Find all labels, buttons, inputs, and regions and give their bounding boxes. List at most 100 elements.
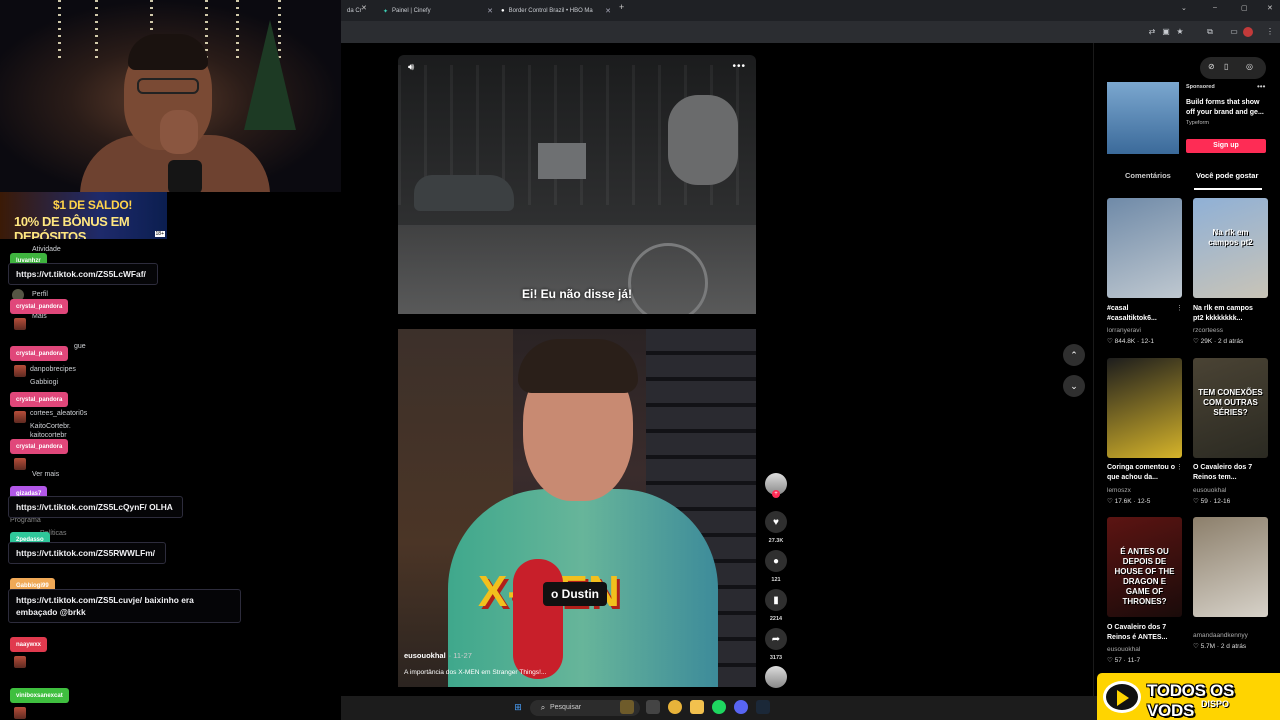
browser-tab-bar: da Cr ✕ ✦ Painel | Cinefy ✕ ● Border Con… bbox=[341, 0, 1280, 21]
ad-signup-button[interactable]: Sign up bbox=[1186, 139, 1266, 153]
profile-avatar[interactable] bbox=[1243, 27, 1253, 37]
video-date: · 11-27 bbox=[448, 651, 472, 660]
previous-video-button[interactable]: ⌃ bbox=[1063, 344, 1085, 366]
widget-icon[interactable] bbox=[620, 700, 634, 714]
ad-more-icon[interactable]: ••• bbox=[1257, 82, 1265, 91]
cast-icon[interactable]: ▣ bbox=[1161, 27, 1171, 37]
tab-cinefy[interactable]: ✦ Painel | Cinefy ✕ bbox=[377, 3, 493, 19]
tab-you-may-like[interactable]: Você pode gostar bbox=[1196, 171, 1258, 180]
like-count: 27.3K bbox=[768, 538, 784, 544]
video-thumbnail[interactable]: TEM CONEXÕES COM OUTRAS SÉRIES? bbox=[1193, 358, 1268, 458]
close-tab-icon[interactable]: ✕ bbox=[487, 7, 493, 15]
video-thumbnail[interactable] bbox=[1107, 358, 1182, 458]
steam-icon[interactable] bbox=[756, 700, 770, 714]
profile-icon[interactable]: ◎ bbox=[1246, 62, 1253, 71]
video-thumbnail[interactable]: É ANTES OU DEPOIS DE HOUSE OF THE DRAGON… bbox=[1107, 517, 1182, 617]
chat-sticker bbox=[14, 458, 26, 470]
follow-plus-icon[interactable]: + bbox=[772, 490, 780, 498]
like-button[interactable]: ♥ 27.3K bbox=[765, 511, 787, 544]
sidebar-profile: Perfil bbox=[32, 291, 48, 298]
chevron-down-icon: ⌄ bbox=[1070, 380, 1078, 391]
close-window-button[interactable]: ✕ bbox=[1267, 4, 1273, 12]
comment-button[interactable]: ● 121 bbox=[765, 550, 787, 583]
video-stats: ♡ 844.8K · 12-1 bbox=[1107, 338, 1155, 345]
more-icon[interactable]: ⋮ bbox=[1176, 304, 1183, 312]
sidebar-account: KaitoCortebr. bbox=[30, 423, 71, 430]
task-view-icon[interactable] bbox=[646, 700, 660, 714]
video-user[interactable]: amandaandkennyy bbox=[1193, 632, 1248, 639]
video-caption[interactable]: O Cavaleiro dos 7 Reinos é ANTES... bbox=[1107, 623, 1179, 643]
sidebar-more: Mais bbox=[32, 313, 47, 320]
chat-username: crystal_pandora bbox=[10, 346, 69, 361]
video-caption[interactable]: Na rlk em campos pt2 kkkkkkkk... bbox=[1193, 304, 1265, 324]
video-subtitle: o Dustin bbox=[543, 582, 607, 606]
tab-group-icon[interactable]: ▭ bbox=[1229, 27, 1239, 37]
save-count: 2214 bbox=[769, 616, 783, 622]
sidebar-see-more: Ver mais bbox=[32, 471, 60, 478]
casino-banner[interactable]: $1 DE SALDO! 10% DE BÔNUS EM DEPÓSITOS 1… bbox=[0, 192, 167, 239]
close-tab-icon[interactable]: ✕ bbox=[605, 7, 611, 15]
sponsored-label: Sponsored bbox=[1186, 84, 1215, 90]
video-caption[interactable]: Coringa comentou o que achou da... bbox=[1107, 463, 1179, 483]
video-player-1[interactable]: 🔊︎ ••• Ei! Eu não disse já! bbox=[398, 55, 756, 314]
share-button[interactable]: ➦ 3173 bbox=[765, 628, 787, 661]
new-tab-button[interactable]: + bbox=[619, 2, 624, 12]
video-player-2[interactable]: X-MEN o Dustin eusouokhal· 11-27 A impor… bbox=[398, 329, 756, 687]
address-bar: ⇄ ▣ ★ ⧉ ▭ ⋮ bbox=[341, 21, 1280, 43]
video-caption[interactable]: #casal #casaltiktok6... bbox=[1107, 304, 1179, 324]
video-thumbnail[interactable] bbox=[1193, 517, 1268, 617]
extensions-icon[interactable]: ⧉ bbox=[1205, 27, 1215, 37]
tab-search-icon[interactable]: ⌄ bbox=[1181, 4, 1187, 12]
bookmark-star-icon[interactable]: ★ bbox=[1175, 27, 1185, 37]
player-tools: ⊘ ▯ ◎ bbox=[1200, 57, 1266, 79]
video-user[interactable]: rzcorteess bbox=[1193, 327, 1223, 334]
share-count: 3173 bbox=[769, 655, 783, 661]
video-user[interactable]: eusouokhal bbox=[1107, 646, 1140, 653]
speaker-icon[interactable]: 🔊︎ bbox=[408, 62, 414, 73]
video-caption[interactable]: O Cavaleiro dos 7 Reinos tem... bbox=[1193, 463, 1265, 483]
music-disc-button[interactable] bbox=[765, 666, 787, 688]
discord-icon[interactable] bbox=[734, 700, 748, 714]
ad-image[interactable] bbox=[1107, 82, 1179, 154]
chat-sticker bbox=[14, 318, 26, 330]
video-thumbnail[interactable]: Na rlk em campos pt2 bbox=[1193, 198, 1268, 298]
music-disc-icon bbox=[765, 666, 787, 688]
spotify-icon[interactable] bbox=[712, 700, 726, 714]
video-description[interactable]: A importância dos X-MEN em Stranger Thin… bbox=[404, 669, 546, 676]
video-user[interactable]: lorranyeravi bbox=[1107, 327, 1141, 334]
video-user[interactable]: eusouokhal bbox=[1193, 487, 1226, 494]
sidebar-follow: gue bbox=[74, 343, 86, 350]
age-rating-badge: 18+ bbox=[154, 231, 165, 237]
minimize-button[interactable]: – bbox=[1213, 4, 1217, 11]
video-author[interactable]: eusouokhal · 11-27 bbox=[404, 651, 472, 660]
chat-message: https://vt.tiktok.com/ZS5LcQynF/ OLHA bbox=[8, 496, 183, 518]
compass-icon[interactable]: ⊘ bbox=[1208, 62, 1215, 71]
phone-icon[interactable]: ▯ bbox=[1224, 62, 1228, 71]
more-options-icon[interactable]: ••• bbox=[732, 61, 746, 72]
creator-avatar-button[interactable]: + bbox=[765, 473, 787, 498]
ad-brand: Typeform bbox=[1186, 120, 1209, 126]
chat-message: https://vt.tiktok.com/ZS5RWWLFm/ bbox=[8, 542, 166, 564]
christmas-tree bbox=[244, 20, 296, 130]
active-tab-indicator bbox=[1194, 188, 1262, 190]
save-button[interactable]: ▮ 2214 bbox=[765, 589, 787, 622]
chrome-icon[interactable] bbox=[668, 700, 682, 714]
video-thumbnail[interactable] bbox=[1107, 198, 1182, 298]
more-icon[interactable]: ⋮ bbox=[1176, 463, 1183, 471]
folder-icon[interactable] bbox=[690, 700, 704, 714]
ad-title[interactable]: Build forms that show off your brand and… bbox=[1186, 98, 1266, 118]
maximize-button[interactable]: ▢ bbox=[1241, 4, 1248, 12]
menu-icon[interactable]: ⋮ bbox=[1265, 27, 1275, 37]
close-tab-icon[interactable]: ✕ bbox=[361, 4, 367, 12]
tab-hbo[interactable]: ● Border Control Brazil • HBO Ma ✕ bbox=[495, 3, 611, 19]
string-lights bbox=[236, 0, 239, 60]
video-user[interactable]: lemoszx bbox=[1107, 487, 1131, 494]
cinefy-favicon-icon: ✦ bbox=[383, 8, 389, 15]
sidebar-account: danpobrecipes bbox=[30, 366, 76, 373]
video-stats: ♡ 29K · 2 d atrás bbox=[1193, 338, 1244, 345]
windows-start-icon[interactable]: ⊞ bbox=[511, 700, 525, 714]
next-video-button[interactable]: ⌄ bbox=[1063, 375, 1085, 397]
video-stats: ♡ 57 · 11-7 bbox=[1107, 657, 1141, 664]
tab-comments[interactable]: Comentários bbox=[1125, 171, 1171, 180]
translate-icon[interactable]: ⇄ bbox=[1147, 27, 1157, 37]
